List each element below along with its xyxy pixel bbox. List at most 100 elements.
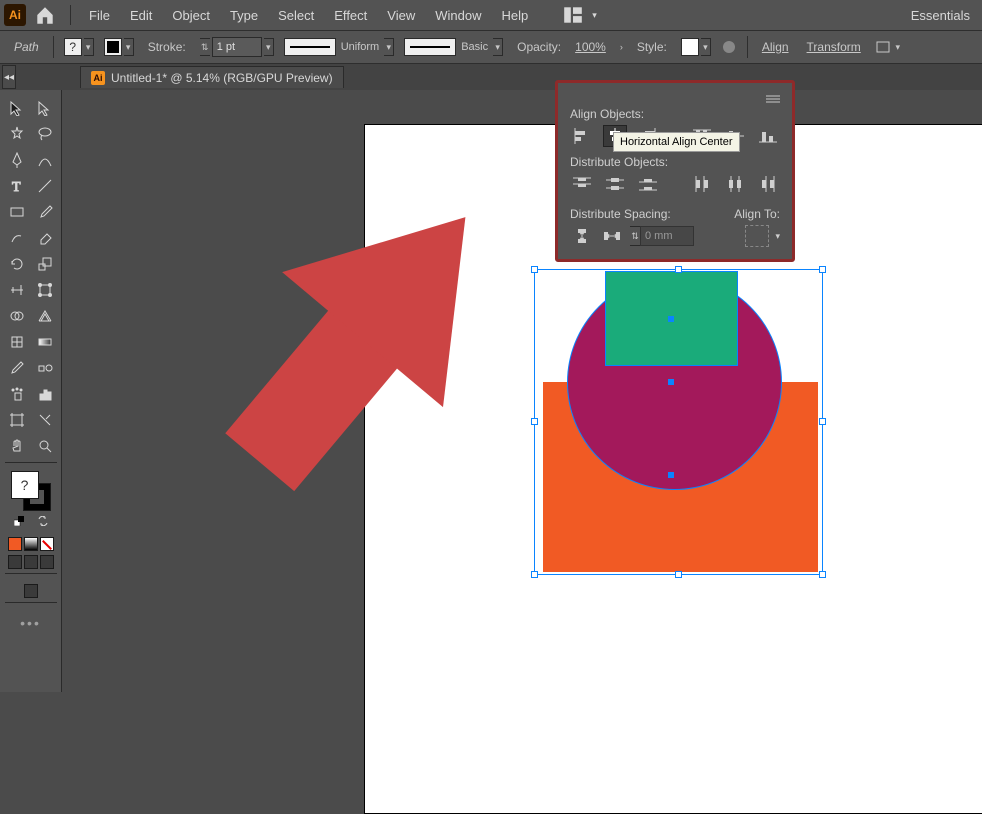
rotate-tool[interactable]: [4, 252, 30, 276]
swap-fill-stroke-icon[interactable]: [38, 513, 48, 531]
horizontal-align-left-button[interactable]: [570, 125, 593, 147]
none-fill-icon[interactable]: [40, 537, 54, 551]
lasso-tool[interactable]: [32, 122, 58, 146]
draw-inside-icon[interactable]: [40, 555, 54, 569]
recolor-artwork-icon[interactable]: [721, 39, 737, 55]
arrange-documents-icon[interactable]: [562, 4, 584, 26]
align-to-selector[interactable]: [745, 225, 769, 247]
anchor-point[interactable]: [668, 379, 674, 385]
app-logo-ai-icon[interactable]: Ai: [4, 4, 26, 26]
type-tool[interactable]: T: [4, 174, 30, 198]
vertical-distribute-top-button[interactable]: [570, 173, 593, 195]
horizontal-distribute-right-button[interactable]: [757, 173, 780, 195]
selection-tool[interactable]: [4, 96, 30, 120]
pen-tool[interactable]: [4, 148, 30, 172]
blend-tool[interactable]: [32, 356, 58, 380]
stroke-color-control[interactable]: ▾: [104, 38, 134, 56]
menu-window[interactable]: Window: [427, 4, 489, 27]
edit-toolbar-icon[interactable]: •••: [20, 615, 41, 631]
brush-definition[interactable]: Basic ▾: [404, 38, 503, 56]
line-segment-tool[interactable]: [32, 174, 58, 198]
draw-behind-icon[interactable]: [24, 555, 38, 569]
rectangle-tool[interactable]: [4, 200, 30, 224]
color-mode-swatches[interactable]: [8, 537, 54, 551]
collapse-panels-icon[interactable]: ◂◂: [2, 65, 16, 89]
hand-tool[interactable]: [4, 434, 30, 458]
vertical-distribute-space-button[interactable]: [570, 225, 594, 247]
menu-type[interactable]: Type: [222, 4, 266, 27]
curvature-tool[interactable]: [32, 148, 58, 172]
workspace-switcher[interactable]: Essentials: [903, 8, 978, 23]
symbol-sprayer-tool[interactable]: [4, 382, 30, 406]
menu-object[interactable]: Object: [164, 4, 218, 27]
vertical-distribute-bottom-button[interactable]: [637, 173, 660, 195]
direct-selection-tool[interactable]: [32, 96, 58, 120]
eraser-tool[interactable]: [32, 226, 58, 250]
horizontal-distribute-space-button[interactable]: [600, 225, 624, 247]
perspective-grid-tool[interactable]: [32, 304, 58, 328]
opacity-control[interactable]: 100% ›: [575, 40, 623, 54]
panel-menu-icon[interactable]: [766, 93, 780, 103]
menu-select[interactable]: Select: [270, 4, 322, 27]
vertical-align-bottom-button[interactable]: [757, 125, 780, 147]
graphic-style-control[interactable]: ▾: [681, 38, 711, 56]
default-fill-stroke-icon[interactable]: [14, 513, 24, 531]
selection-bounding-box[interactable]: [534, 269, 823, 575]
resize-handle-top-left[interactable]: [531, 266, 538, 273]
shaper-tool[interactable]: [4, 226, 30, 250]
resize-handle-right-center[interactable]: [819, 418, 826, 425]
gradient-tool[interactable]: [32, 330, 58, 354]
isolate-control-icon[interactable]: ▾: [875, 38, 903, 56]
stroke-weight-stepper[interactable]: ⇅ ▾: [200, 37, 274, 57]
vertical-distribute-center-button[interactable]: [603, 173, 626, 195]
menu-help[interactable]: Help: [493, 4, 536, 27]
fill-stroke-indicator[interactable]: ?: [11, 471, 51, 511]
resize-handle-bottom-right[interactable]: [819, 571, 826, 578]
divider: [70, 5, 71, 25]
transform-link[interactable]: Transform: [803, 40, 865, 54]
fill-swatch[interactable]: ?: [11, 471, 39, 499]
draw-mode-icons[interactable]: [8, 555, 54, 569]
shape-builder-tool[interactable]: [4, 304, 30, 328]
mesh-tool[interactable]: [4, 330, 30, 354]
zoom-tool[interactable]: [32, 434, 58, 458]
slice-tool[interactable]: [32, 408, 58, 432]
free-transform-tool[interactable]: [32, 278, 58, 302]
align-link[interactable]: Align: [758, 40, 793, 54]
menu-view[interactable]: View: [379, 4, 423, 27]
canvas[interactable]: Align Objects: Horizontal Align Center D…: [62, 90, 982, 692]
horizontal-distribute-left-button[interactable]: [690, 173, 713, 195]
chevron-down-icon[interactable]: ▾: [592, 10, 597, 21]
menu-effect[interactable]: Effect: [326, 4, 375, 27]
home-icon[interactable]: [34, 4, 56, 26]
width-tool[interactable]: [4, 278, 30, 302]
scale-tool[interactable]: [32, 252, 58, 276]
resize-handle-bottom-left[interactable]: [531, 571, 538, 578]
stroke-label: Stroke:: [144, 40, 190, 54]
gradient-fill-icon[interactable]: [24, 537, 38, 551]
chevron-down-icon[interactable]: ▾: [775, 231, 780, 242]
stroke-weight-input[interactable]: [212, 37, 262, 57]
variable-width-profile[interactable]: Uniform ▾: [284, 38, 395, 56]
color-fill-icon[interactable]: [8, 537, 22, 551]
artboard-tool[interactable]: [4, 408, 30, 432]
magic-wand-tool[interactable]: [4, 122, 30, 146]
distribute-spacing-input[interactable]: [640, 226, 694, 246]
draw-normal-icon[interactable]: [8, 555, 22, 569]
resize-handle-bottom-center[interactable]: [675, 571, 682, 578]
fill-color-control[interactable]: ? ▾: [64, 38, 94, 56]
anchor-point[interactable]: [668, 472, 674, 478]
column-graph-tool[interactable]: [32, 382, 58, 406]
paintbrush-tool[interactable]: [32, 200, 58, 224]
eyedropper-tool[interactable]: [4, 356, 30, 380]
resize-handle-top-right[interactable]: [819, 266, 826, 273]
resize-handle-top-center[interactable]: [675, 266, 682, 273]
tab-untitled-1[interactable]: Ai Untitled-1* @ 5.14% (RGB/GPU Preview): [80, 66, 344, 88]
anchor-point[interactable]: [668, 316, 674, 322]
screen-mode-icon[interactable]: [24, 584, 38, 598]
screen-mode-icons[interactable]: [24, 584, 38, 598]
horizontal-distribute-center-button[interactable]: [723, 173, 746, 195]
menu-edit[interactable]: Edit: [122, 4, 160, 27]
menu-file[interactable]: File: [81, 4, 118, 27]
resize-handle-left-center[interactable]: [531, 418, 538, 425]
